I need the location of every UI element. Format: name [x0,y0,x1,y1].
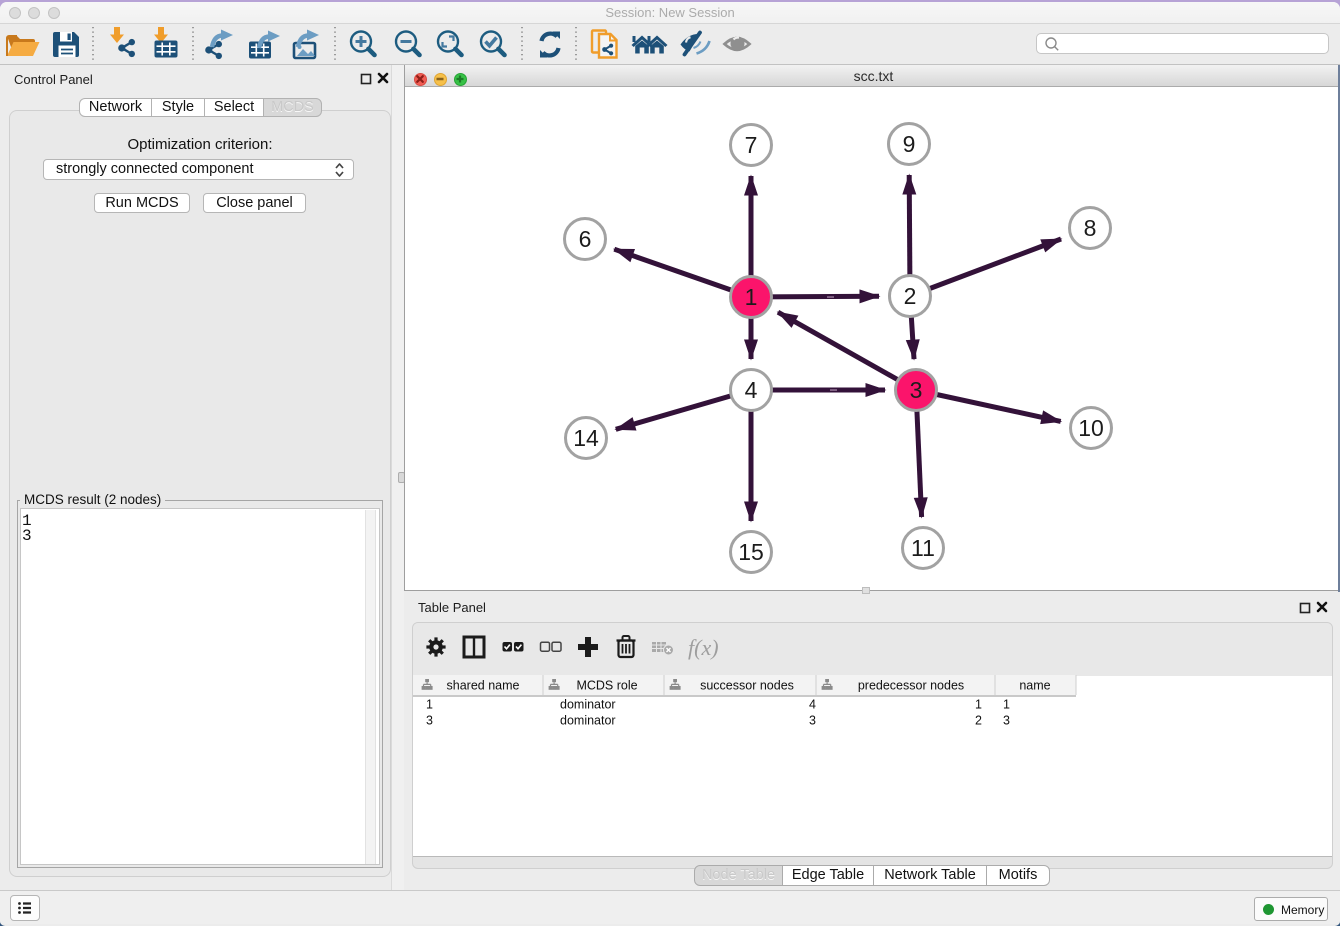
svg-text:4: 4 [809,698,816,712]
svg-text:3: 3 [1003,714,1010,728]
svg-text:3: 3 [426,714,433,728]
svg-text:1: 1 [426,698,433,712]
svg-text:9: 9 [903,131,916,157]
svg-text:3: 3 [809,714,816,728]
svg-text:f(x): f(x) [688,635,719,660]
svg-text:successor nodes: successor nodes [700,679,794,693]
svg-text:dominator: dominator [560,698,616,712]
svg-text:1: 1 [975,698,982,712]
svg-text:7: 7 [745,132,758,158]
svg-text:shared name: shared name [447,679,520,693]
svg-text:14: 14 [573,425,599,451]
svg-text:3: 3 [910,377,923,403]
svg-text:15: 15 [738,539,764,565]
svg-text:2: 2 [904,283,917,309]
svg-text:name: name [1019,679,1050,693]
svg-text:1: 1 [745,284,758,310]
svg-text:4: 4 [745,377,758,403]
svg-text:2: 2 [975,714,982,728]
svg-text:11: 11 [911,535,935,561]
svg-text:dominator: dominator [560,714,616,728]
svg-text:10: 10 [1078,415,1104,441]
svg-text:8: 8 [1084,215,1097,241]
svg-text:6: 6 [579,226,592,252]
svg-text:predecessor nodes: predecessor nodes [858,679,964,693]
svg-text:MCDS role: MCDS role [576,679,637,693]
svg-text:1: 1 [1003,698,1010,712]
